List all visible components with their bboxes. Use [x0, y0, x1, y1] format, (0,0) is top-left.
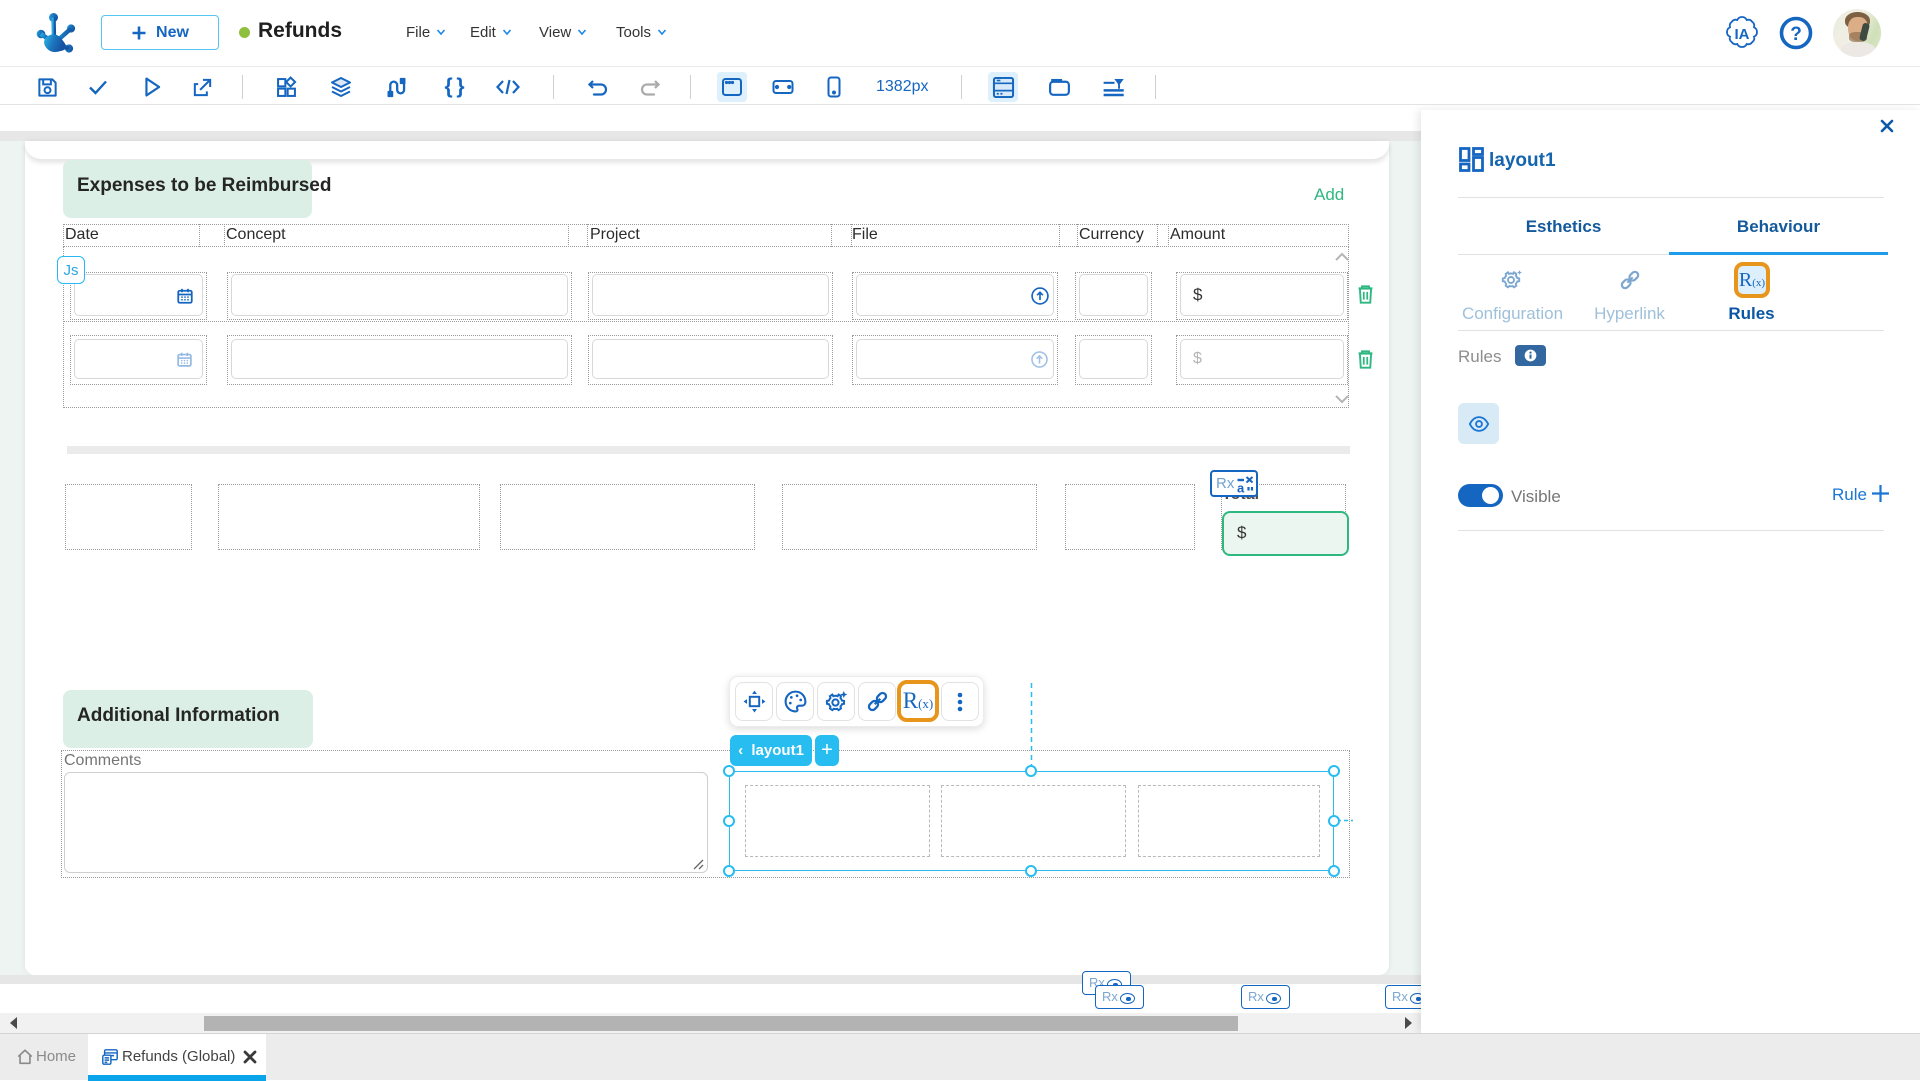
- svg-text:?: ?: [1790, 24, 1802, 45]
- svg-text:IA: IA: [1735, 26, 1750, 43]
- svg-text:a: a: [1237, 480, 1245, 494]
